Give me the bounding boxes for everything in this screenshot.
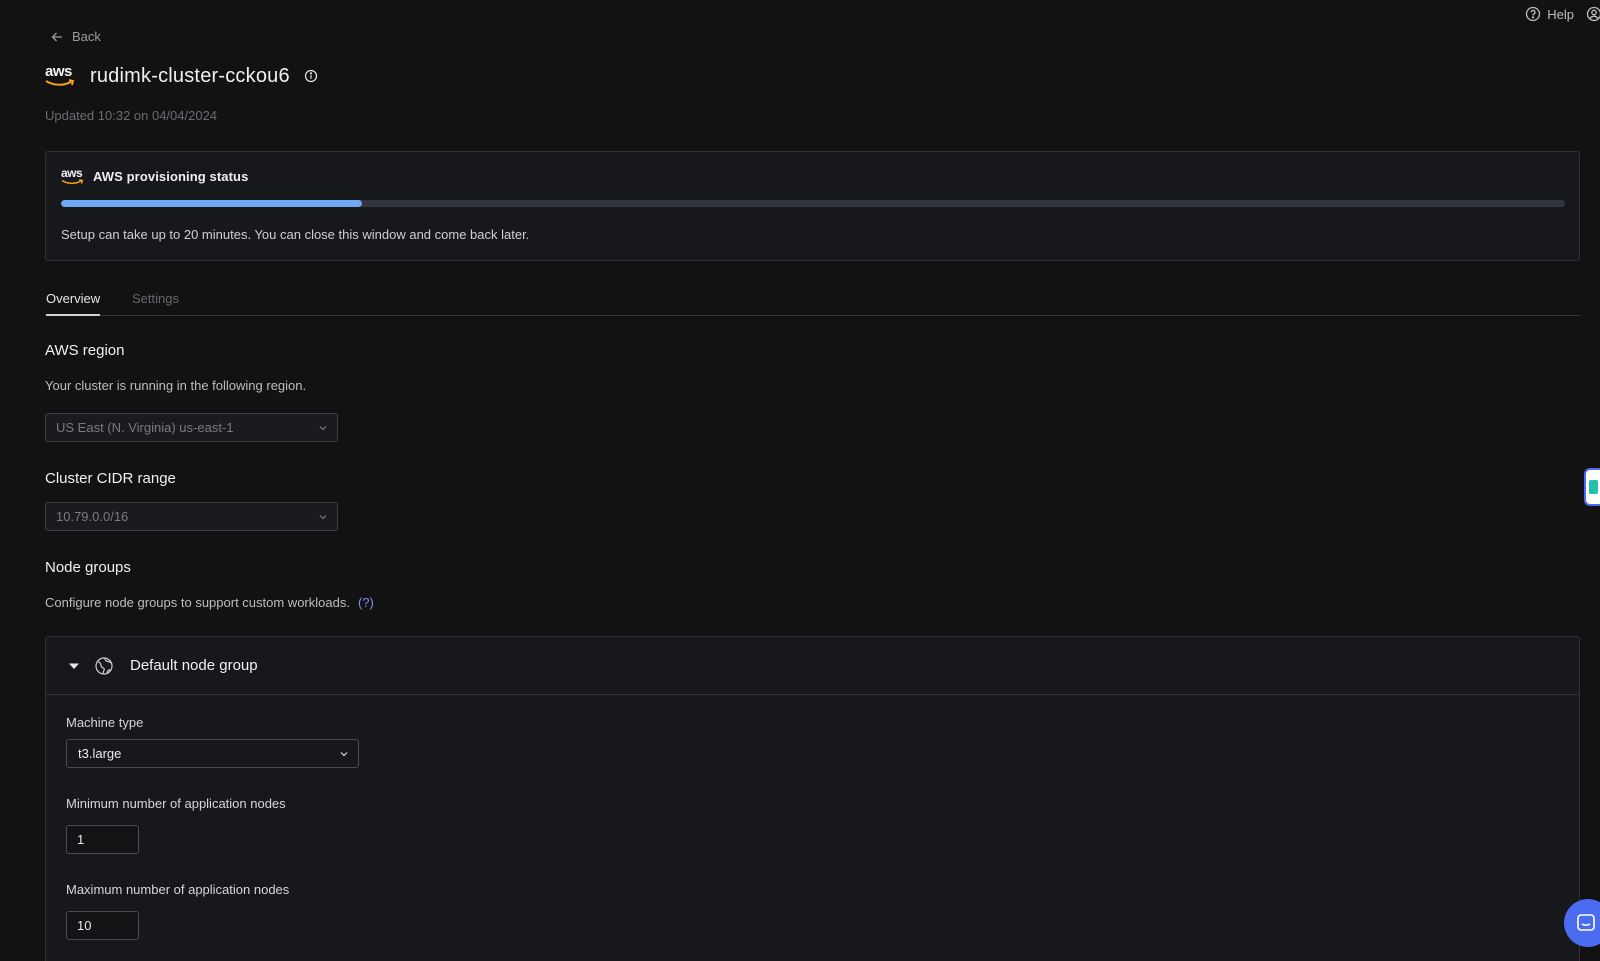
globe-icon	[95, 656, 113, 675]
min-nodes-input[interactable]	[66, 825, 139, 854]
aws-smile-icon	[61, 179, 84, 185]
chat-icon	[1577, 914, 1595, 931]
aws-logo: aws	[45, 64, 76, 88]
tab-settings[interactable]: Settings	[132, 291, 179, 314]
tab-overview[interactable]: Overview	[46, 291, 101, 316]
aws-smile-icon	[45, 79, 75, 86]
top-bar: Help	[1525, 6, 1600, 22]
user-circle-icon	[1586, 6, 1600, 22]
provisioning-title: AWS provisioning status	[93, 168, 249, 184]
page-header: aws rudimk-cluster-cckou6	[45, 64, 318, 88]
node-group-card: Default node group Machine type t3.large…	[45, 636, 1580, 961]
info-icon[interactable]	[304, 69, 318, 83]
region-title: AWS region	[45, 342, 125, 359]
node-group-header[interactable]: Default node group	[46, 637, 1579, 695]
cidr-select-value: 10.79.0.0/16	[56, 509, 129, 524]
feedback-icon	[1589, 480, 1598, 494]
cidr-title: Cluster CIDR range	[45, 470, 176, 487]
cidr-select[interactable]: 10.79.0.0/16	[45, 502, 338, 531]
tab-bar: Overview Settings	[45, 291, 1580, 316]
progress-fill	[61, 200, 362, 207]
provisioning-note: Setup can take up to 20 minutes. You can…	[61, 227, 530, 242]
help-label: Help	[1547, 6, 1574, 22]
updated-timestamp: Updated 10:32 on 04/04/2024	[45, 108, 218, 123]
machine-type-label: Machine type	[66, 715, 144, 730]
side-feedback-tab[interactable]	[1584, 468, 1600, 506]
region-select[interactable]: US East (N. Virginia) us-east-1	[45, 413, 338, 442]
node-groups-help-link[interactable]: (?)	[358, 595, 374, 610]
max-nodes-input[interactable]	[66, 911, 139, 940]
provisioning-status-card: aws AWS provisioning status Setup can ta…	[45, 151, 1580, 261]
page-title: rudimk-cluster-cckou6	[90, 64, 290, 87]
chevron-down-icon	[319, 514, 327, 519]
aws-logo-text: aws	[61, 166, 83, 180]
chevron-down-icon	[340, 751, 348, 756]
back-link[interactable]: Back	[50, 29, 101, 44]
machine-type-select[interactable]: t3.large	[66, 739, 359, 768]
node-groups-description-text: Configure node groups to support custom …	[45, 595, 350, 610]
node-groups-description: Configure node groups to support custom …	[45, 595, 374, 610]
caret-down-icon[interactable]	[68, 660, 80, 672]
provisioning-progress-bar	[61, 200, 1565, 207]
account-button[interactable]	[1586, 6, 1600, 22]
help-circle-icon	[1526, 6, 1541, 22]
aws-logo-text: aws	[45, 63, 72, 80]
region-description: Your cluster is running in the following…	[45, 378, 307, 393]
node-groups-title: Node groups	[45, 559, 131, 576]
min-nodes-label: Minimum number of application nodes	[66, 796, 286, 811]
max-nodes-label: Maximum number of application nodes	[66, 882, 290, 897]
chevron-down-icon	[319, 425, 327, 430]
node-group-name: Default node group	[130, 657, 258, 674]
region-select-value: US East (N. Virginia) us-east-1	[56, 420, 234, 435]
arrow-left-icon	[51, 32, 62, 41]
machine-type-value: t3.large	[78, 746, 122, 761]
back-label: Back	[72, 29, 101, 44]
aws-logo: aws	[61, 167, 85, 185]
help-button[interactable]: Help	[1525, 6, 1574, 22]
provisioning-header: aws AWS provisioning status	[61, 167, 248, 185]
